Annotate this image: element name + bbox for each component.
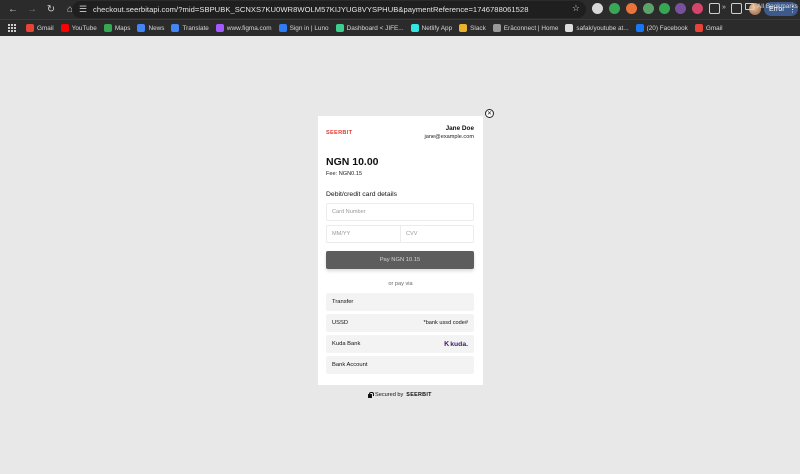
option-label: USSD bbox=[332, 320, 349, 326]
bookmark-favicon-icon bbox=[335, 24, 344, 32]
customer-name: Jane Doe bbox=[445, 125, 474, 132]
payment-fee: Fee: NGN0.15 bbox=[326, 171, 363, 177]
extension-icon[interactable] bbox=[592, 3, 603, 14]
reload-icon[interactable]: ↻ bbox=[43, 2, 59, 18]
bookmark-item[interactable]: Slack bbox=[459, 24, 486, 32]
all-bookmarks-button[interactable]: All Bookmarks bbox=[745, 3, 798, 10]
option-ussd[interactable]: USSD *bank ussd code# bbox=[326, 314, 474, 332]
expiry-placeholder: MM/YY bbox=[332, 231, 351, 237]
bookmark-label: News bbox=[148, 24, 165, 32]
back-icon[interactable]: ← bbox=[5, 2, 21, 18]
extension-icon[interactable] bbox=[675, 3, 686, 14]
seerbit-logo: SEERBIT bbox=[326, 130, 353, 136]
bookmark-label: Maps bbox=[114, 24, 131, 32]
kuda-logo-text: kuda. bbox=[450, 340, 468, 348]
extension-icon[interactable] bbox=[609, 3, 620, 14]
bookmark-label: Translate bbox=[182, 24, 209, 32]
bookmark-favicon-icon bbox=[60, 24, 69, 32]
secured-brand-logo: SEERBIT bbox=[406, 392, 432, 398]
bookmark-label: (20) Facebook bbox=[646, 24, 688, 32]
payment-amount: NGN 10.00 bbox=[326, 156, 379, 168]
bookmark-favicon-icon bbox=[635, 24, 644, 32]
bookmark-item[interactable]: Sign in | Luno bbox=[278, 24, 329, 32]
bookmark-label: Slack bbox=[470, 24, 486, 32]
bookmarks-bar: Gmail YouTube Maps News Translate www.figma.c… bbox=[0, 19, 800, 36]
bookmark-label: Erāconnect | Home bbox=[503, 24, 559, 32]
bookmark-favicon-icon bbox=[565, 24, 574, 32]
bookmark-favicon-icon bbox=[171, 24, 180, 32]
kuda-k-icon: K bbox=[444, 340, 450, 348]
option-bank-account[interactable]: Bank Account bbox=[326, 356, 474, 374]
bookmark-item[interactable]: Netlify App bbox=[410, 24, 453, 32]
pay-button[interactable]: Pay NGN 10.15 bbox=[326, 251, 474, 269]
secured-by-label: Secured by bbox=[375, 392, 404, 398]
bookmark-item[interactable]: Maps bbox=[103, 24, 131, 32]
bookmark-favicon-icon bbox=[103, 24, 112, 32]
bookmark-favicon-icon bbox=[694, 24, 703, 32]
forward-icon[interactable]: → bbox=[24, 2, 40, 18]
bookmark-item[interactable]: www.figma.com bbox=[215, 24, 272, 32]
bookmark-favicon-icon bbox=[215, 24, 224, 32]
option-label: Kuda Bank bbox=[332, 341, 361, 347]
bookmark-label: Sign in | Luno bbox=[289, 24, 329, 32]
all-bookmarks-label: All Bookmarks bbox=[757, 3, 798, 10]
extension-icon[interactable] bbox=[643, 3, 654, 14]
bookmark-favicon-icon bbox=[459, 24, 468, 32]
bookmark-item[interactable]: Dashboard < JIFE... bbox=[335, 24, 404, 32]
bookmark-item[interactable]: Translate bbox=[171, 24, 209, 32]
customer-email: jane@example.com bbox=[424, 134, 474, 140]
bookmark-item[interactable]: safak/youtube at... bbox=[565, 24, 629, 32]
bookmark-label: Netlify App bbox=[421, 24, 453, 32]
bookmark-label: www.figma.com bbox=[226, 24, 272, 32]
bookmark-label: Gmail bbox=[705, 24, 723, 32]
bookmark-label: Dashboard < JIFE... bbox=[346, 24, 404, 32]
or-pay-via-label: or pay via bbox=[388, 281, 413, 287]
site-settings-icon[interactable]: ☰ bbox=[76, 4, 90, 15]
extension-icon[interactable] bbox=[659, 3, 670, 14]
bookmark-favicon-icon bbox=[137, 24, 146, 32]
bookmark-item[interactable]: Gmail bbox=[694, 24, 723, 32]
bookmark-item[interactable]: YouTube bbox=[60, 24, 97, 32]
kuda-logo: K kuda. bbox=[444, 341, 468, 348]
url-text[interactable]: checkout.seerbitapi.com/?mid=SBPUBK_SCNX… bbox=[93, 5, 528, 14]
bookmark-item[interactable]: Erāconnect | Home bbox=[492, 24, 559, 32]
section-title: Debit/credit card details bbox=[326, 191, 398, 198]
option-kuda-bank[interactable]: Kuda Bank K kuda. bbox=[326, 335, 474, 353]
secured-by: Secured by SEERBIT bbox=[368, 391, 432, 398]
bookmark-label: safak/youtube at... bbox=[576, 24, 629, 32]
option-transfer[interactable]: Transfer bbox=[326, 293, 474, 311]
ussd-code-hint: *bank ussd code# bbox=[423, 320, 468, 326]
cvv-input[interactable]: CVV bbox=[400, 225, 474, 243]
split-view-icon[interactable] bbox=[731, 3, 742, 14]
bookmark-favicon-icon bbox=[410, 24, 419, 32]
close-icon[interactable]: ✕ bbox=[485, 109, 494, 118]
cvv-placeholder: CVV bbox=[406, 231, 418, 237]
bookmark-favicon-icon bbox=[26, 24, 34, 32]
bookmark-item[interactable]: Gmail bbox=[26, 24, 54, 32]
card-number-input[interactable]: Card Number bbox=[326, 203, 474, 221]
extension-icon[interactable] bbox=[626, 3, 637, 14]
bookmark-favicon-icon bbox=[278, 24, 287, 32]
checkout-modal: SEERBIT Jane Doe jane@example.com NGN 10… bbox=[318, 116, 483, 385]
option-label: Bank Account bbox=[332, 362, 368, 368]
bookmark-label: YouTube bbox=[71, 24, 97, 32]
bookmark-favicon-icon bbox=[492, 24, 501, 32]
more-bookmarks-icon[interactable]: » bbox=[722, 4, 726, 11]
apps-grid-icon[interactable] bbox=[8, 24, 16, 32]
bookmark-label: Gmail bbox=[37, 24, 54, 32]
extensions-puzzle-icon[interactable] bbox=[709, 3, 720, 14]
extension-icon[interactable] bbox=[692, 3, 703, 14]
card-number-placeholder: Card Number bbox=[332, 209, 366, 215]
lock-icon bbox=[368, 391, 374, 398]
address-bar[interactable]: ☰ checkout.seerbitapi.com/?mid=SBPUBK_SC… bbox=[72, 1, 586, 18]
bookmark-item[interactable]: News bbox=[137, 24, 164, 32]
bookmark-star-icon[interactable]: ☆ bbox=[572, 3, 580, 14]
option-label: Transfer bbox=[332, 299, 354, 305]
expiry-input[interactable]: MM/YY bbox=[326, 225, 400, 243]
folder-icon bbox=[745, 3, 754, 10]
bookmark-item[interactable]: (20) Facebook bbox=[635, 24, 688, 32]
